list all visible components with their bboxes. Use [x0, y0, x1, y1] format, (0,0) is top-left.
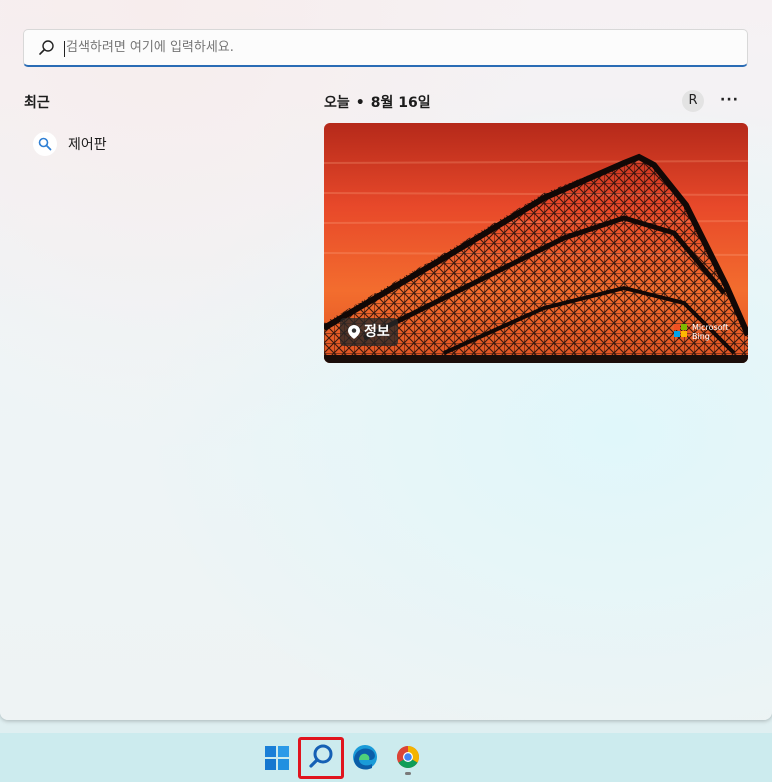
search-box[interactable] — [23, 29, 748, 67]
bing-highlight-card[interactable]: 정보 Microsoft Bing — [324, 123, 748, 363]
separator-dot: • — [355, 95, 365, 111]
edge-button[interactable] — [345, 737, 385, 777]
search-icon — [38, 137, 52, 151]
start-button[interactable] — [257, 737, 297, 777]
taskbar — [0, 733, 772, 782]
windows-icon — [265, 746, 289, 770]
today-date: 8월 16일 — [370, 95, 431, 111]
recent-item-icon — [33, 132, 57, 156]
chrome-button[interactable] — [388, 737, 428, 777]
location-pin-icon — [348, 325, 360, 339]
microsoft-bing-logo: Microsoft Bing — [674, 323, 734, 343]
info-badge[interactable]: 정보 — [340, 318, 398, 346]
brand-text: Microsoft Bing — [692, 323, 729, 341]
chrome-icon — [397, 746, 419, 768]
edge-icon — [353, 745, 377, 770]
search-button-highlight — [298, 737, 344, 779]
more-options-button[interactable]: ··· — [720, 92, 739, 108]
search-icon — [39, 40, 54, 55]
text-caret — [64, 41, 65, 57]
microsoft-logo-icon — [674, 324, 688, 338]
recent-item-control-panel[interactable]: 제어판 — [33, 131, 233, 157]
start-search-panel: 최근 제어판 오늘 • 8월 16일 R ··· — [0, 0, 772, 720]
search-input[interactable] — [66, 30, 726, 66]
recent-item-label: 제어판 — [68, 137, 107, 153]
info-label: 정보 — [364, 324, 390, 340]
recent-heading: 최근 — [24, 95, 50, 111]
today-label: 오늘 — [324, 95, 350, 111]
account-avatar[interactable]: R — [682, 90, 704, 112]
today-heading: 오늘 • 8월 16일 — [324, 92, 431, 112]
running-indicator — [405, 772, 411, 775]
